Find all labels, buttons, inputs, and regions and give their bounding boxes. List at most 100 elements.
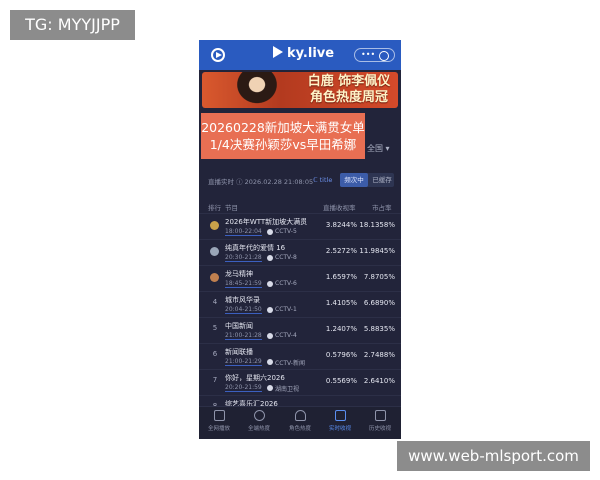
segment-option-1[interactable]: 频次中 xyxy=(340,173,368,187)
play-circle-icon[interactable] xyxy=(211,48,225,62)
channel-logo-icon xyxy=(267,281,273,287)
channel-name: 湖南卫视 xyxy=(275,386,300,393)
tab-network-play[interactable]: 全网播放 xyxy=(199,410,239,432)
table-row[interactable]: 6 新闻联播 21:00-21:29 CCTV-新闻 0.5796% 2.7488% xyxy=(199,343,401,370)
share-value: 2.7488% xyxy=(363,351,395,359)
segment-option-2[interactable]: 已缓存 xyxy=(370,173,394,187)
rating-value: 0.5796% xyxy=(325,351,357,359)
tab-label: 历史收视 xyxy=(368,426,391,432)
rank-number: 6 xyxy=(212,350,218,358)
share-value: 7.8705% xyxy=(363,273,395,281)
channel-name: CCTV-6 xyxy=(275,280,297,287)
watermark-top-left: TG: MYYJJPP xyxy=(10,10,135,40)
rating-value: 0.5569% xyxy=(325,377,357,385)
rank-number: 7 xyxy=(212,376,218,384)
program-title: 中国新闻 xyxy=(225,322,253,330)
headline-line-1: 20260228新加坡大满贯女单 xyxy=(201,120,365,135)
more-icon[interactable]: ••• xyxy=(361,49,375,61)
tab-realtime-ratings[interactable]: 实时收视 xyxy=(320,410,360,432)
rank-medal-icon xyxy=(210,273,219,282)
share-value: 5.8835% xyxy=(363,325,395,333)
rating-value: 2.5272% xyxy=(325,247,357,255)
banner-portrait xyxy=(232,72,282,108)
banner-text: 白鹿 饰李佩仪 角色热度周冠 xyxy=(300,74,398,106)
brand-name: ky.live xyxy=(287,46,335,61)
tv-icon xyxy=(334,410,346,421)
channel-name: CCTV-新闻 xyxy=(275,360,305,367)
region-filter[interactable]: 全国 ▾ xyxy=(367,143,390,154)
table-row[interactable]: 4 城市风华录 20:04-21:50 CCTV-1 1.4105% 6.6890% xyxy=(199,291,401,318)
channel-name: CCTV-1 xyxy=(275,306,297,313)
header-program: 节目 xyxy=(225,204,238,212)
channel-logo-icon xyxy=(267,359,273,365)
share-value: 18.1358% xyxy=(359,221,395,229)
app-top-bar: ky.live ••• xyxy=(199,40,401,70)
header-share: 市占率 xyxy=(372,204,392,212)
header-rating: 直播收视率 xyxy=(323,204,356,212)
rank-number: 4 xyxy=(212,298,218,306)
program-title: 龙马精神 xyxy=(225,270,253,278)
program-time: 21:00-21:28 xyxy=(225,332,262,340)
channel-logo-icon xyxy=(267,229,273,235)
watermark-bottom-right: www.web-mlsport.com xyxy=(397,441,590,471)
table-row[interactable]: 5 中国新闻 21:00-21:28 CCTV-4 1.2407% 5.8835% xyxy=(199,317,401,344)
realtime-timestamp: 直播实时 ⓘ 2026.02.28 21:08:05 xyxy=(208,178,314,186)
person-icon xyxy=(294,410,306,421)
share-value: 6.6890% xyxy=(363,299,395,307)
close-circle-icon[interactable] xyxy=(379,51,389,61)
timer-icon xyxy=(253,410,265,421)
share-value: 2.6410% xyxy=(363,377,395,385)
rank-medal-icon xyxy=(210,221,219,230)
subtitle-toggle[interactable]: ℂ title xyxy=(313,176,332,184)
tab-label: 全网播放 xyxy=(207,426,230,432)
bottom-tab-bar: 全网播放 全端热度 角色热度 实时收视 历史收视 xyxy=(199,406,401,439)
segmented-control: 频次中 已缓存 xyxy=(340,173,394,187)
channel-name: CCTV-8 xyxy=(275,254,297,261)
table-row[interactable]: 龙马精神 18:45-21:59 CCTV-6 1.6597% 7.8705% xyxy=(199,265,401,292)
promo-banner[interactable]: 白鹿 饰李佩仪 角色热度周冠 xyxy=(202,72,398,108)
app-brand: ky.live xyxy=(273,46,334,61)
table-header: 排行 节目 直播收视率 市占率 xyxy=(199,200,401,212)
rating-value: 1.6597% xyxy=(325,273,357,281)
calendar-icon xyxy=(374,410,386,421)
tab-label: 实时收视 xyxy=(328,426,351,432)
program-time: 20:04-21:50 xyxy=(225,306,262,314)
tab-role-heat[interactable]: 角色热度 xyxy=(280,410,320,432)
program-time: 18:00-22:04 xyxy=(225,228,262,236)
table-row[interactable]: 2026年WTT新加坡大满贯 18:00-22:04 CCTV-5 3.8244% 18… xyxy=(199,213,401,240)
channel-logo-icon xyxy=(267,307,273,313)
miniapp-capsule[interactable]: ••• xyxy=(354,48,395,62)
program-time: 20:20-21:59 xyxy=(225,384,262,392)
tab-history-ratings[interactable]: 历史收视 xyxy=(360,410,400,432)
rank-number: 5 xyxy=(212,324,218,332)
brand-logo-icon xyxy=(273,46,283,58)
share-value: 11.9845% xyxy=(359,247,395,255)
program-title: 新闻联播 xyxy=(225,348,253,356)
program-title: 你好，星期六2026 xyxy=(225,374,285,382)
table-row[interactable]: 7 你好，星期六2026 20:20-21:59 湖南卫视 0.5569% 2.6410% xyxy=(199,369,401,396)
play-icon xyxy=(213,410,225,421)
channel-name: CCTV-5 xyxy=(275,228,297,235)
program-title: 城市风华录 xyxy=(225,296,260,304)
tab-label: 角色热度 xyxy=(288,426,311,432)
channel-logo-icon xyxy=(267,333,273,339)
rating-value: 1.4105% xyxy=(325,299,357,307)
tab-label: 全端热度 xyxy=(247,426,270,432)
program-title: 纯真年代的爱情 16 xyxy=(225,244,286,252)
rating-value: 3.8244% xyxy=(325,221,357,229)
headline-line-2: 1/4决赛孙颖莎vs早田希娜 xyxy=(209,137,357,152)
banner-line-1: 白鹿 饰李佩仪 xyxy=(307,74,391,89)
rank-medal-icon xyxy=(210,247,219,256)
program-time: 21:00-21:29 xyxy=(225,358,262,366)
banner-line-2: 角色热度周冠 xyxy=(309,90,388,105)
program-title: 2026年WTT新加坡大满贯 xyxy=(225,218,308,226)
rating-value: 1.2407% xyxy=(325,325,357,333)
channel-name: CCTV-4 xyxy=(275,332,297,339)
tab-all-heat[interactable]: 全端热度 xyxy=(239,410,279,432)
channel-logo-icon xyxy=(267,255,273,261)
header-rank: 排行 xyxy=(208,204,221,212)
program-time: 20:30-21:28 xyxy=(225,254,262,262)
headline-overlay: 20260228新加坡大满贯女单 1/4决赛孙颖莎vs早田希娜 xyxy=(201,113,365,159)
table-row[interactable]: 纯真年代的爱情 16 20:30-21:28 CCTV-8 2.5272% 11.984… xyxy=(199,239,401,266)
program-time: 18:45-21:59 xyxy=(225,280,262,288)
